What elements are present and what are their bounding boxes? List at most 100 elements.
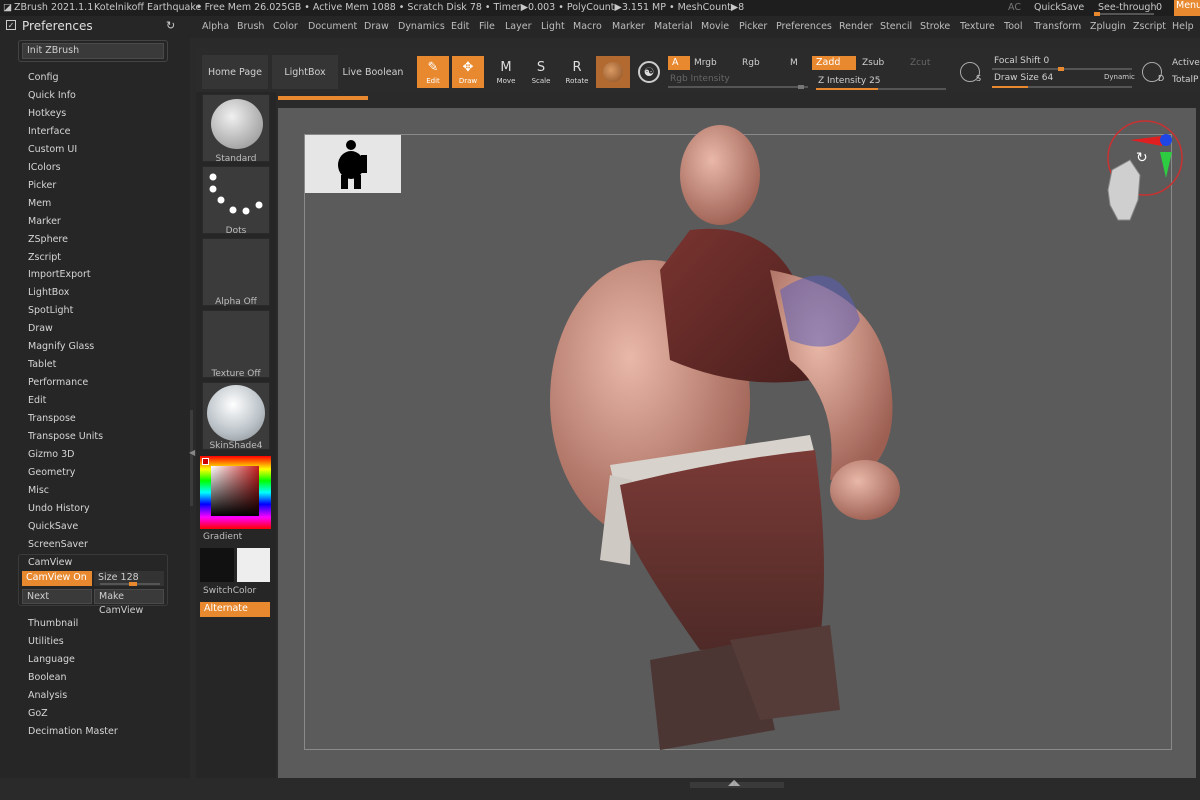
pref-item-geometry[interactable]: Geometry — [28, 467, 75, 478]
collapse-left-icon[interactable]: ◀ — [189, 448, 195, 457]
camview-header[interactable]: CamView — [28, 557, 72, 568]
menus-button[interactable]: Menus — [1174, 0, 1200, 16]
tab-live-boolean[interactable]: Live Boolean — [342, 55, 404, 89]
pref-item-transpose-units[interactable]: Transpose Units — [28, 431, 103, 442]
pref-item-utilities[interactable]: Utilities — [28, 636, 64, 647]
menu-tool[interactable]: Tool — [1004, 21, 1022, 32]
pref-item-quick-info[interactable]: Quick Info — [28, 90, 76, 101]
pref-item-interface[interactable]: Interface — [28, 126, 71, 137]
menu-zscript[interactable]: Zscript — [1133, 21, 1166, 32]
rotate-view-icon[interactable]: ↻ — [1136, 150, 1148, 166]
menu-preferences[interactable]: Preferences — [776, 21, 832, 32]
pref-item-config[interactable]: Config — [28, 72, 58, 83]
focal-shift-knob[interactable] — [1058, 67, 1064, 71]
menu-dynamics[interactable]: Dynamics — [398, 21, 445, 32]
pref-item-screensaver[interactable]: ScreenSaver — [28, 539, 88, 550]
menu-material[interactable]: Material — [654, 21, 693, 32]
pref-item-boolean[interactable]: Boolean — [28, 672, 66, 683]
pref-item-tablet[interactable]: Tablet — [28, 359, 56, 370]
pref-item-transpose[interactable]: Transpose — [28, 413, 76, 424]
pref-item-edit[interactable]: Edit — [28, 395, 46, 406]
menu-render[interactable]: Render — [839, 21, 873, 32]
menu-document[interactable]: Document — [308, 21, 357, 32]
menu-transform[interactable]: Transform — [1034, 21, 1081, 32]
tab-home-page[interactable]: Home Page — [202, 55, 268, 89]
draw-tool-button[interactable]: ✥ Draw — [452, 56, 484, 88]
a-button[interactable]: A — [668, 56, 690, 70]
camview-size-track[interactable] — [100, 582, 160, 586]
rgb-button[interactable]: Rgb — [742, 58, 760, 68]
menu-movie[interactable]: Movie — [701, 21, 729, 32]
pref-item-misc[interactable]: Misc — [28, 485, 49, 496]
zsub-button[interactable]: Zsub — [862, 58, 884, 68]
pref-item-custom-ui[interactable]: Custom UI — [28, 144, 77, 155]
standard-brush-button[interactable] — [202, 94, 270, 162]
pref-item-mem[interactable]: Mem — [28, 198, 51, 209]
make-camview-button[interactable]: Make CamView — [94, 589, 164, 616]
checkbox-icon[interactable]: ✓ — [6, 20, 16, 30]
pref-item-hotkeys[interactable]: Hotkeys — [28, 108, 66, 119]
yin-yang-icon[interactable]: ☯ — [638, 61, 660, 83]
menu-edit[interactable]: Edit — [451, 21, 469, 32]
menu-draw[interactable]: Draw — [364, 21, 389, 32]
left-scrollbar[interactable] — [190, 410, 193, 506]
see-through-label[interactable]: See-through — [1098, 2, 1156, 13]
menu-stroke[interactable]: Stroke — [920, 21, 950, 32]
texture-button[interactable] — [202, 310, 270, 378]
menu-layer[interactable]: Layer — [505, 21, 532, 32]
menu-marker[interactable]: Marker — [612, 21, 645, 32]
pref-item-quicksave[interactable]: QuickSave — [28, 521, 78, 532]
x-axis-icon[interactable] — [1130, 136, 1162, 146]
color-picker[interactable] — [200, 456, 271, 529]
scale-tool-button[interactable]: S Scale — [525, 56, 557, 88]
bottom-tray-handle[interactable]: ◢◣ — [690, 778, 784, 788]
zcut-button[interactable]: Zcut — [910, 58, 930, 68]
navigation-gizmo[interactable]: ↻ — [1090, 120, 1185, 230]
secondary-color-swatch[interactable] — [237, 548, 270, 582]
menu-help[interactable]: Help — [1172, 21, 1194, 32]
menu-macro[interactable]: Macro — [573, 21, 602, 32]
rgb-intensity-label[interactable]: Rgb Intensity — [670, 74, 730, 84]
color-square[interactable] — [211, 466, 259, 516]
edit-tool-button[interactable]: ✎ Edit — [417, 56, 449, 88]
mrgb-button[interactable]: Mrgb — [694, 58, 717, 68]
init-zbrush-button[interactable]: Init ZBrush — [22, 43, 164, 59]
material-button[interactable] — [202, 382, 270, 450]
menu-zplugin[interactable]: Zplugin — [1090, 21, 1126, 32]
dots-stroke-button[interactable] — [202, 166, 270, 234]
menu-picker[interactable]: Picker — [739, 21, 767, 32]
menu-alpha[interactable]: Alpha — [202, 21, 229, 32]
pref-item-marker[interactable]: Marker — [28, 216, 61, 227]
tab-lightbox[interactable]: LightBox — [272, 55, 338, 89]
dynamic-button[interactable]: Dynamic — [1104, 73, 1135, 81]
expand-bottom-icon[interactable]: ◢◣ — [728, 778, 740, 787]
pref-item-importexport[interactable]: ImportExport — [28, 269, 91, 280]
z-axis-icon[interactable] — [1160, 134, 1172, 146]
menu-light[interactable]: Light — [541, 21, 565, 32]
pref-item-gizmo-3d[interactable]: Gizmo 3D — [28, 449, 74, 460]
camview-next-button[interactable]: Next — [22, 589, 92, 604]
rotate-tool-button[interactable]: R Rotate — [561, 56, 593, 88]
pref-item-undo-history[interactable]: Undo History — [28, 503, 90, 514]
silhouette-preview[interactable] — [305, 135, 401, 193]
pref-item-language[interactable]: Language — [28, 654, 75, 665]
pref-item-picker[interactable]: Picker — [28, 180, 56, 191]
3d-model-character[interactable] — [540, 120, 940, 770]
alternate-button[interactable]: Alternate — [200, 602, 270, 617]
pref-item-magnify-glass[interactable]: Magnify Glass — [28, 341, 94, 352]
pref-item-draw[interactable]: Draw — [28, 323, 53, 334]
pref-item-spotlight[interactable]: SpotLight — [28, 305, 73, 316]
pref-item-performance[interactable]: Performance — [28, 377, 88, 388]
pref-item-thumbnail[interactable]: Thumbnail — [28, 618, 78, 629]
material-sphere-button[interactable] — [596, 56, 630, 88]
pref-item-icolors[interactable]: IColors — [28, 162, 61, 173]
m-button[interactable]: M — [790, 58, 798, 68]
draw-size-slider[interactable] — [992, 86, 1132, 88]
ac-toggle[interactable]: AC — [1008, 2, 1021, 13]
menu-file[interactable]: File — [479, 21, 495, 32]
switch-color-button[interactable]: SwitchColor — [203, 586, 256, 596]
camview-size-knob[interactable] — [129, 582, 137, 586]
y-axis-icon[interactable] — [1160, 152, 1172, 178]
pref-item-zscript[interactable]: Zscript — [28, 252, 61, 263]
pref-item-zsphere[interactable]: ZSphere — [28, 234, 68, 245]
